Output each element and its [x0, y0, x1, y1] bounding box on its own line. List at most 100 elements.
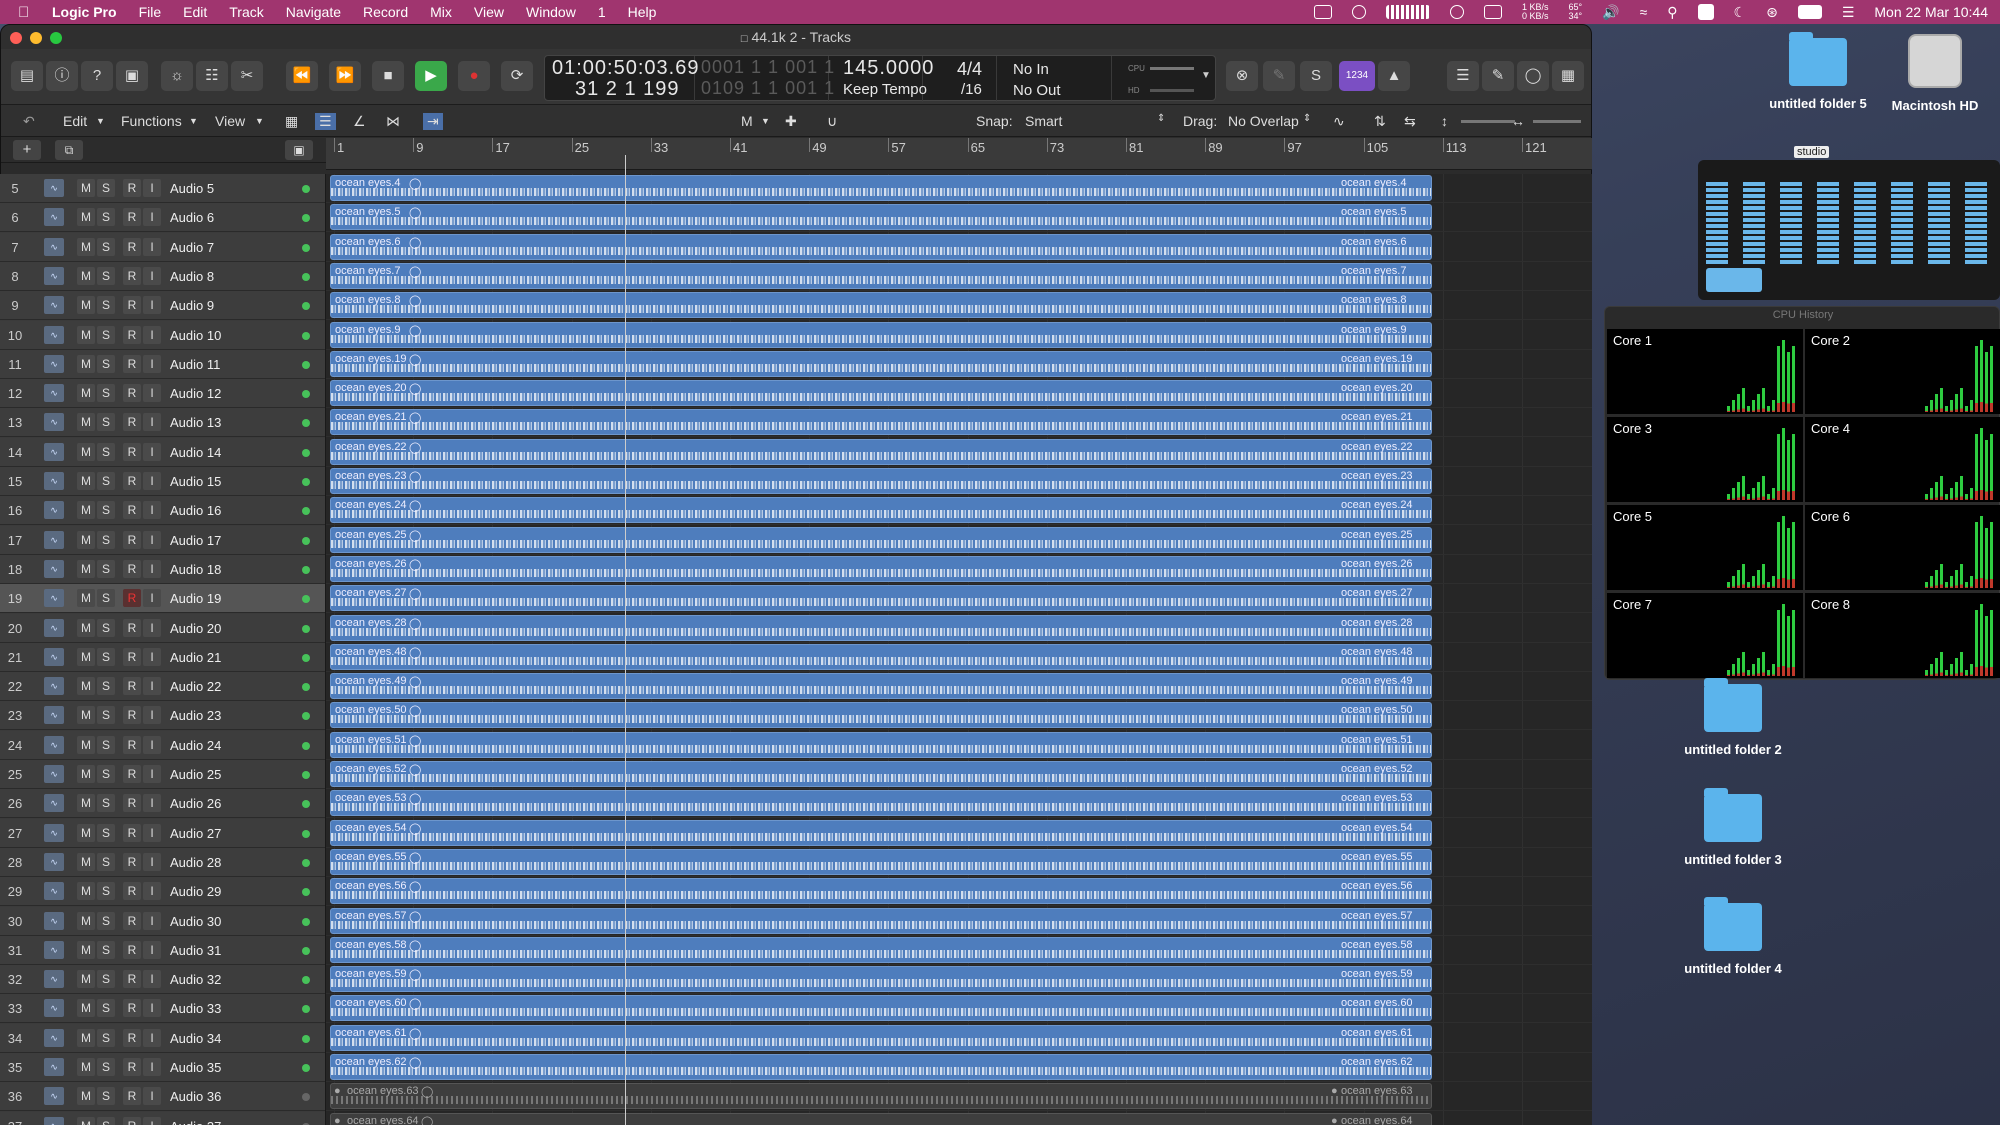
mute-button[interactable]: M — [77, 472, 95, 490]
fit-vertical-icon[interactable]: ⇅ — [1374, 113, 1386, 130]
record-enable-button[interactable]: R — [123, 618, 141, 637]
cpu-history-window[interactable]: CPU History Core 1 Core 2 Core 3 Core 4 Core… — [1604, 306, 2000, 680]
record-enable-button[interactable]: R — [123, 1087, 141, 1106]
input-monitor-button[interactable]: I — [143, 852, 161, 871]
mute-button[interactable]: M — [77, 706, 95, 725]
track-header[interactable]: 22 ∿ M S R I Audio 22 — [0, 672, 325, 702]
record-enable-button[interactable]: R — [123, 852, 141, 871]
audio-region[interactable]: ● ocean eyes.63 ◯ ● ocean eyes.63 — [330, 1083, 1432, 1110]
track-lane[interactable]: ocean eyes.9 ◯ ocean eyes.9 — [326, 321, 1592, 350]
track-name[interactable]: Audio 5 — [170, 181, 214, 196]
record-enable-button[interactable]: R — [123, 442, 141, 461]
track-lane[interactable]: ocean eyes.50 ◯ ocean eyes.50 — [326, 701, 1592, 731]
track-header[interactable]: 33 ∿ M S R I Audio 33 — [0, 994, 325, 1024]
track-on-led[interactable] — [302, 917, 310, 926]
track-name[interactable]: Audio 19 — [170, 591, 221, 606]
track-header[interactable]: 14 ∿ M S R I Audio 14 — [0, 437, 325, 467]
track-header[interactable]: 27 ∿ M S R I Audio 27 — [0, 818, 325, 848]
solo-button[interactable]: S — [97, 1058, 115, 1076]
mixer-button[interactable]: ☷ — [196, 61, 228, 91]
mute-button[interactable]: M — [77, 647, 95, 666]
input-monitor-button[interactable]: I — [143, 179, 161, 197]
audio-region[interactable]: ocean eyes.21 ◯ ocean eyes.21 — [330, 409, 1432, 436]
mute-button[interactable]: M — [77, 1087, 95, 1106]
solo-button[interactable]: S — [97, 677, 115, 696]
mute-button[interactable]: M — [77, 765, 95, 783]
record-enable-button[interactable]: R — [123, 325, 141, 344]
tuner-button[interactable]: ✎ — [1263, 61, 1295, 91]
input-monitor-button[interactable]: I — [143, 735, 161, 754]
input-monitor-button[interactable]: I — [143, 882, 161, 901]
record-enable-button[interactable]: R — [123, 999, 141, 1018]
record-enable-button[interactable]: R — [123, 706, 141, 725]
solo-button[interactable]: S — [97, 559, 115, 578]
track-name[interactable]: Audio 37 — [170, 1119, 221, 1125]
track-lane[interactable]: ocean eyes.27 ◯ ocean eyes.27 — [326, 584, 1592, 614]
mute-button[interactable]: M — [77, 882, 95, 901]
menu-track[interactable]: Track — [229, 4, 263, 20]
track-on-led[interactable] — [302, 1064, 310, 1072]
audio-region[interactable]: ocean eyes.7 ◯ ocean eyes.7 — [330, 262, 1432, 289]
input-monitor-button[interactable]: I — [143, 296, 161, 315]
globe-icon[interactable] — [1351, 5, 1366, 19]
input-monitor-button[interactable]: I — [143, 911, 161, 930]
drag-select[interactable]: No Overlap — [1228, 113, 1299, 129]
track-on-led[interactable] — [302, 1034, 310, 1043]
record-enable-button[interactable]: R — [123, 677, 141, 696]
record-enable-button[interactable]: R — [123, 940, 141, 959]
vertical-zoom-slider[interactable] — [1461, 120, 1515, 123]
track-header[interactable]: 30 ∿ M S R I Audio 30 — [0, 906, 325, 936]
mute-button[interactable]: M — [77, 911, 95, 930]
solo-button[interactable]: S — [97, 472, 115, 490]
audio-region[interactable]: ocean eyes.58 ◯ ocean eyes.58 — [330, 936, 1432, 963]
smart-controls-button[interactable]: ☼ — [161, 61, 193, 91]
solo-button[interactable]: S — [97, 940, 115, 959]
time-signature[interactable]: 4/4 — [957, 59, 982, 80]
track-header[interactable]: 25 ∿ M S R I Audio 25 — [0, 760, 325, 789]
editors-button[interactable]: ✂ — [231, 61, 263, 91]
audio-region[interactable]: ocean eyes.51 ◯ ocean eyes.51 — [330, 731, 1432, 758]
track-name[interactable]: Audio 13 — [170, 415, 221, 430]
track-name[interactable]: Audio 12 — [170, 386, 221, 401]
track-header[interactable]: 9 ∿ M S R I Audio 9 — [0, 291, 325, 321]
audio-region[interactable]: ocean eyes.52 ◯ ocean eyes.52 — [330, 761, 1432, 787]
input-monitor-button[interactable]: I — [143, 765, 161, 783]
input-source-icon[interactable] — [1697, 4, 1714, 20]
calendar-icon[interactable] — [1483, 5, 1502, 19]
audio-region[interactable]: ocean eyes.25 ◯ ocean eyes.25 — [330, 526, 1432, 553]
mute-button[interactable]: M — [77, 735, 95, 754]
audio-region[interactable]: ocean eyes.62 ◯ ocean eyes.62 — [330, 1054, 1432, 1080]
record-enable-button[interactable]: R — [123, 179, 141, 197]
solo-button[interactable]: S — [97, 384, 115, 403]
cycle-button[interactable]: ⟳ — [501, 61, 533, 91]
input-monitor-button[interactable]: I — [143, 1028, 161, 1047]
audio-region[interactable]: ocean eyes.22 ◯ ocean eyes.22 — [330, 438, 1432, 465]
track-name[interactable]: Audio 26 — [170, 796, 221, 811]
track-on-led[interactable] — [302, 390, 310, 399]
track-lane[interactable]: ocean eyes.26 ◯ ocean eyes.26 — [326, 555, 1592, 584]
input-monitor-button[interactable]: I — [143, 413, 161, 432]
audio-region[interactable]: ocean eyes.23 ◯ ocean eyes.23 — [330, 468, 1432, 494]
record-enable-button[interactable]: R — [123, 882, 141, 901]
input-monitor-button[interactable]: I — [143, 266, 161, 285]
track-name[interactable]: Audio 25 — [170, 767, 221, 782]
audio-region[interactable]: ocean eyes.24 ◯ ocean eyes.24 — [330, 497, 1432, 524]
track-header[interactable]: 7 ∿ M S R I Audio 7 — [0, 232, 325, 262]
mute-button[interactable]: M — [77, 823, 95, 842]
track-lane[interactable]: ● ocean eyes.63 ◯ ● ocean eyes.63 — [326, 1082, 1592, 1112]
track-on-led[interactable] — [302, 800, 310, 809]
menu-view[interactable]: View — [474, 4, 504, 20]
record-enable-button[interactable]: R — [123, 794, 141, 813]
input-monitor-button[interactable]: I — [143, 559, 161, 578]
moon-icon[interactable]: ☾ — [1734, 4, 1747, 21]
menu-window[interactable]: Window — [526, 4, 576, 20]
track-lane[interactable]: ocean eyes.4 ◯ ocean eyes.4 — [326, 174, 1592, 203]
mute-button[interactable]: M — [77, 413, 95, 432]
track-header[interactable]: 13 ∿ M S R I Audio 13 — [0, 408, 325, 438]
duplicate-track-button[interactable]: ⧉ — [55, 140, 83, 160]
audio-region[interactable]: ocean eyes.57 ◯ ocean eyes.57 — [330, 907, 1432, 934]
snap-select[interactable]: Smart — [1025, 113, 1165, 129]
track-name[interactable]: Audio 21 — [170, 650, 221, 665]
mute-button[interactable]: M — [77, 296, 95, 315]
solo-button[interactable]: S — [97, 1116, 115, 1125]
